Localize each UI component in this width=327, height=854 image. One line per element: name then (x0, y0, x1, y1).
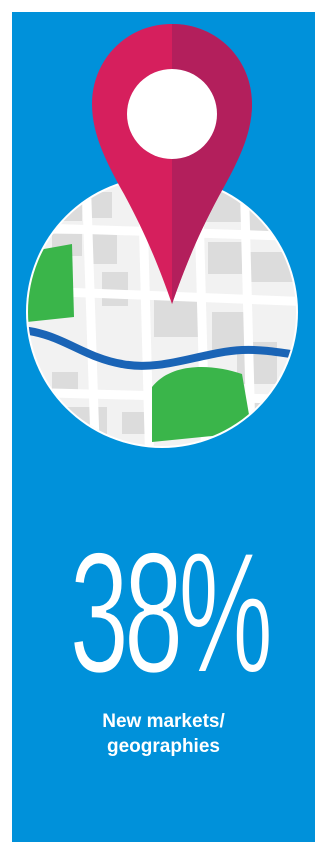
stat-caption: New markets/ geographies (12, 709, 315, 759)
infographic-panel: 38% New markets/ geographies (12, 12, 315, 842)
caption-line-1: New markets/ (102, 711, 225, 732)
map-illustration (26, 24, 298, 448)
park-left (28, 244, 74, 322)
stat-value: 38% (69, 517, 274, 709)
park-bottom (152, 367, 252, 442)
caption-line-2: geographies (107, 736, 220, 757)
